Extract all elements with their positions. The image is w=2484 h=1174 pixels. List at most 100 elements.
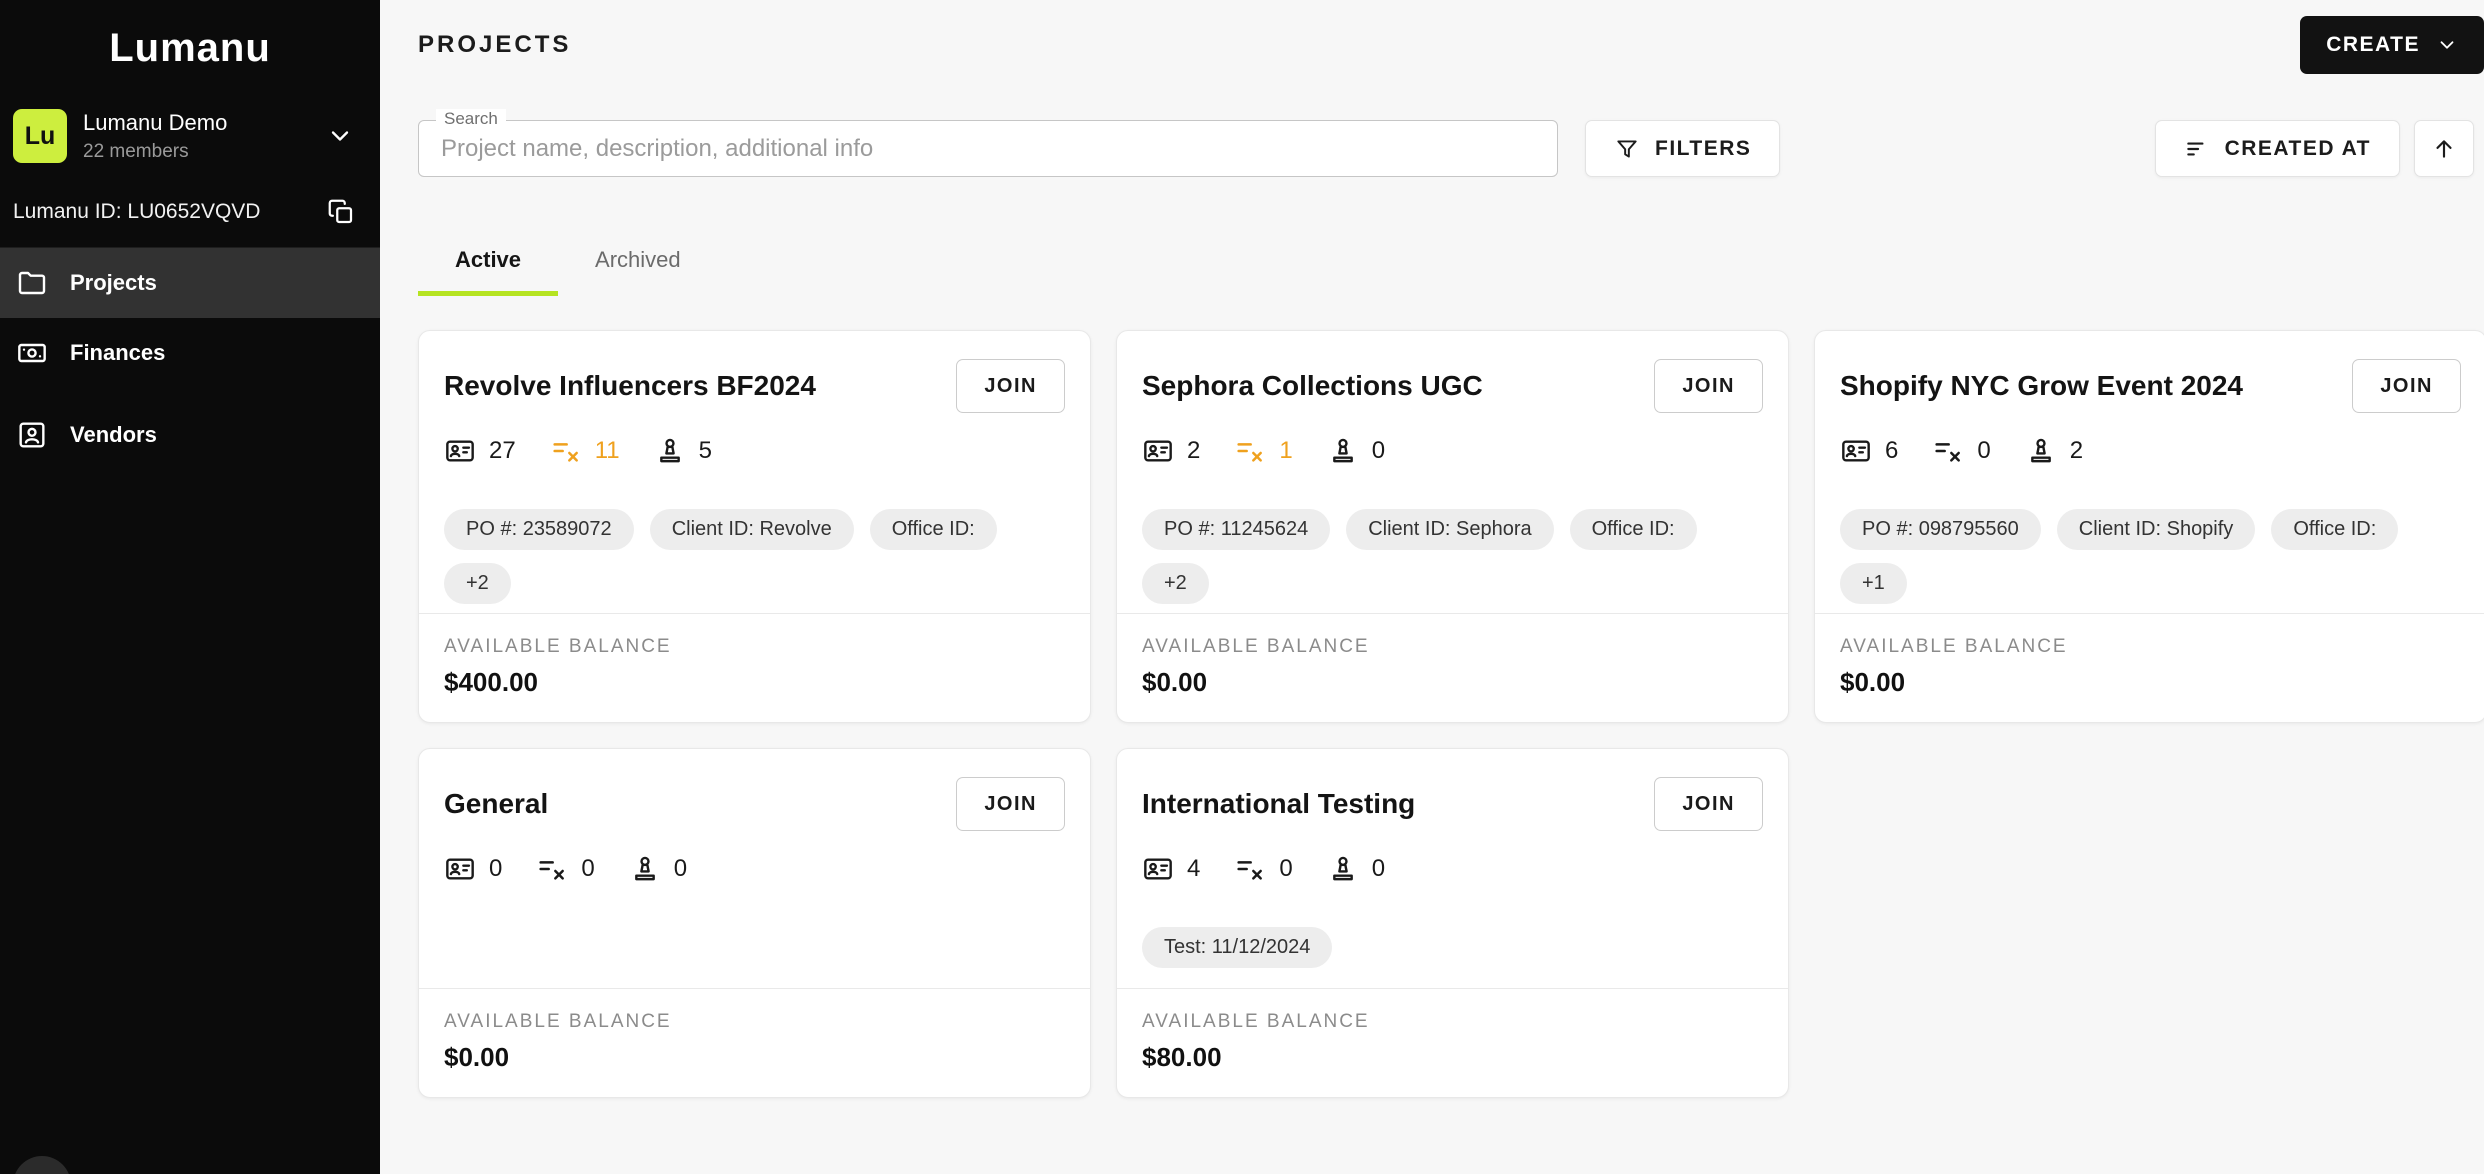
project-title: General — [444, 788, 549, 819]
approvals-count: 5 — [698, 437, 712, 464]
project-card[interactable]: General JOIN 0 0 0 AVAILABLE BALANCE $0.… — [418, 748, 1091, 1098]
project-card[interactable]: Shopify NYC Grow Event 2024 JOIN 6 0 2 P… — [1814, 330, 2484, 723]
sort-lines-icon — [2184, 136, 2210, 162]
tag: Office ID: — [869, 509, 997, 550]
project-card[interactable]: Revolve Influencers BF2024 JOIN 27 11 5 … — [418, 330, 1091, 723]
project-card[interactable]: Sephora Collections UGC JOIN 2 1 0 PO #:… — [1116, 330, 1789, 723]
members-count: 6 — [1885, 437, 1899, 464]
sort-by-button[interactable]: CREATED AT — [2154, 120, 2400, 177]
members-stat: 6 — [1840, 435, 1898, 467]
tag-overflow[interactable]: +2 — [1142, 563, 1209, 604]
balance-label: AVAILABLE BALANCE — [1142, 636, 1370, 657]
tag: Client ID: Revolve — [649, 509, 854, 550]
task-list-icon — [536, 853, 568, 885]
members-stat: 27 — [444, 435, 516, 467]
chevron-down-icon — [2436, 34, 2458, 56]
stamp-icon — [654, 435, 686, 467]
join-button[interactable]: JOIN — [956, 359, 1065, 413]
join-button[interactable]: JOIN — [2352, 359, 2461, 413]
join-button[interactable]: JOIN — [956, 777, 1065, 831]
balance-amount: $80.00 — [1142, 1042, 1222, 1072]
create-button[interactable]: CREATE — [2300, 16, 2484, 74]
card-body: Shopify NYC Grow Event 2024 JOIN 6 0 2 P… — [1815, 331, 2484, 613]
stamp-icon — [1327, 435, 1359, 467]
balance-amount: $400.00 — [444, 667, 538, 697]
create-button-label: CREATE — [2326, 33, 2420, 56]
tasks-count: 11 — [594, 437, 620, 464]
nav-label: Finances — [70, 340, 166, 365]
copy-icon[interactable] — [326, 197, 356, 227]
card-footer: AVAILABLE BALANCE $80.00 — [1117, 988, 1788, 1097]
search-label: Search — [436, 109, 506, 129]
sidebar-nav: Projects Finances Vendors — [0, 248, 380, 470]
filters-button[interactable]: FILTERS — [1585, 120, 1781, 177]
members-stat: 4 — [1142, 853, 1200, 885]
stamp-icon — [2025, 435, 2057, 467]
card-head: Sephora Collections UGC JOIN — [1142, 359, 1763, 413]
help-bubble-button[interactable] — [13, 1156, 71, 1174]
task-list-icon — [1234, 435, 1266, 467]
tasks-stat: 0 — [1932, 435, 1991, 467]
join-button[interactable]: JOIN — [1654, 777, 1763, 831]
org-id-row: Lumanu ID: LU0652VQVD — [0, 181, 380, 248]
project-title: International Testing — [1142, 788, 1416, 819]
tab-active[interactable]: Active — [418, 241, 559, 296]
tasks-count: 0 — [581, 855, 595, 882]
task-list-icon — [1234, 853, 1266, 885]
tag: Test: 11/12/2024 — [1142, 927, 1333, 968]
tab-archived[interactable]: Archived — [558, 241, 718, 296]
workspace-selector[interactable]: Lu Lumanu Demo 22 members — [0, 91, 380, 181]
app-root: Lumanu Lu Lumanu Demo 22 members Lumanu … — [0, 0, 2484, 1174]
members-count: 27 — [489, 437, 516, 464]
banknote-icon — [16, 337, 48, 369]
card-body: Sephora Collections UGC JOIN 2 1 0 PO #:… — [1117, 331, 1788, 613]
balance-label: AVAILABLE BALANCE — [444, 636, 672, 657]
task-list-icon — [550, 435, 582, 467]
tag-overflow[interactable]: +1 — [1840, 563, 1907, 604]
card-footer: AVAILABLE BALANCE $0.00 — [1117, 613, 1788, 722]
sort-direction-button[interactable] — [2414, 120, 2474, 177]
approvals-count: 0 — [673, 855, 688, 882]
tag: PO #: 23589072 — [444, 509, 634, 550]
chevron-down-icon — [326, 122, 354, 150]
toolbar: Search FILTERS CREATED AT — [418, 109, 2484, 177]
id-badge-icon — [1840, 435, 1872, 467]
org-id-text: Lumanu ID: LU0652VQVD — [13, 200, 261, 223]
folder-icon — [16, 267, 48, 299]
approvals-stat: 2 — [2025, 435, 2083, 467]
id-badge-icon — [1142, 853, 1174, 885]
card-body: Revolve Influencers BF2024 JOIN 27 11 5 … — [419, 331, 1090, 613]
project-title: Revolve Influencers BF2024 — [444, 370, 816, 401]
tasks-stat: 11 — [550, 435, 620, 467]
balance-amount: $0.00 — [1142, 667, 1208, 697]
id-badge-icon — [444, 853, 476, 885]
nav-label: Projects — [70, 270, 157, 295]
card-footer: AVAILABLE BALANCE $400.00 — [419, 613, 1090, 722]
stats-row: 0 0 0 — [444, 853, 1065, 885]
stamp-icon — [629, 853, 661, 885]
card-footer: AVAILABLE BALANCE $0.00 — [1815, 613, 2484, 722]
sort-by-label: CREATED AT — [2224, 136, 2371, 160]
nav-divider-gap — [0, 388, 380, 400]
tag: PO #: 11245624 — [1142, 509, 1331, 550]
tasks-count: 0 — [1279, 855, 1293, 882]
sidebar-item-finances[interactable]: Finances — [0, 318, 380, 388]
card-body: International Testing JOIN 4 0 0 Test: 1… — [1117, 749, 1788, 988]
tag: Office ID: — [2271, 509, 2399, 550]
members-count: 0 — [489, 855, 503, 882]
approvals-stat: 0 — [1327, 435, 1385, 467]
workspace-members: 22 members — [83, 140, 189, 162]
sidebar: Lumanu Lu Lumanu Demo 22 members Lumanu … — [0, 0, 380, 1174]
tag-list: Test: 11/12/2024 — [1142, 927, 1763, 968]
sidebar-item-projects[interactable]: Projects — [0, 248, 380, 318]
tag-overflow[interactable]: +2 — [444, 563, 511, 604]
sidebar-item-vendors[interactable]: Vendors — [0, 400, 380, 470]
workspace-avatar: Lu — [13, 109, 67, 163]
tag-list: PO #: 23589072 Client ID: Revolve Office… — [444, 509, 1065, 604]
search-input[interactable] — [418, 120, 1558, 177]
join-button[interactable]: JOIN — [1654, 359, 1763, 413]
workspace-info: Lumanu Demo 22 members — [83, 110, 227, 163]
approvals-count: 0 — [1371, 437, 1386, 464]
members-stat: 0 — [444, 853, 502, 885]
project-card[interactable]: International Testing JOIN 4 0 0 Test: 1… — [1116, 748, 1789, 1098]
